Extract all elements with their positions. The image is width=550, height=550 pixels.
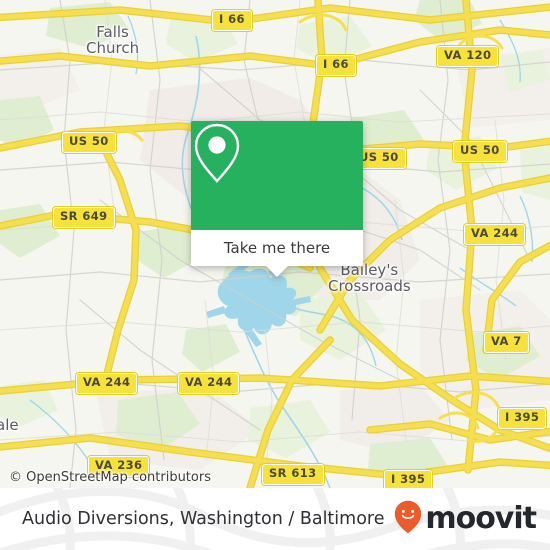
take-me-there-button[interactable]: Take me there (191, 230, 363, 266)
highway-shield[interactable]: US 50 (453, 141, 507, 162)
popup-icon-area (191, 121, 363, 230)
place-label-line: ale (0, 416, 19, 434)
place-label-line: Church (86, 39, 140, 57)
highway-shield[interactable]: I 66 (212, 10, 252, 31)
osm-attribution[interactable]: © OpenStreetMap contributors (9, 470, 211, 485)
location-popup[interactable]: Take me there (191, 121, 363, 277)
place-label-line: Crossroads (328, 277, 411, 295)
place-label-falls-church: Falls Church (86, 24, 139, 56)
place-label-line: Falls (96, 23, 129, 41)
highway-shield[interactable]: SR 613 (262, 464, 324, 485)
moovit-logo[interactable]: moovit (394, 500, 537, 538)
place-label-annandale-clipped: ale (0, 418, 19, 433)
highway-shield[interactable]: SR 649 (53, 207, 115, 228)
highway-shield[interactable]: VA 7 (484, 332, 529, 353)
highway-shield[interactable]: I 66 (316, 55, 356, 76)
highway-shield[interactable]: VA 244 (178, 373, 240, 394)
footer-bar: Audio Diversions, Washington / Baltimore… (0, 488, 550, 550)
popup-tail (266, 266, 288, 277)
map-canvas[interactable]: .grn{fill:#dfeed0} .grn2{fill:#e8f2dd} .… (0, 0, 550, 488)
highway-shield[interactable]: VA 120 (437, 46, 499, 67)
moovit-pin-icon (394, 500, 422, 538)
moovit-wordmark: moovit (425, 501, 537, 536)
highway-shield[interactable]: I 395 (384, 470, 433, 488)
footer-title: Audio Diversions, Washington / Baltimore (22, 509, 385, 529)
highway-shield[interactable]: US 50 (62, 132, 116, 153)
highway-shield[interactable]: VA 244 (464, 224, 526, 245)
highway-shield[interactable]: VA 244 (76, 373, 138, 394)
highway-shield[interactable]: I 395 (498, 408, 547, 429)
moovit-map-card: .grn{fill:#dfeed0} .grn2{fill:#e8f2dd} .… (0, 0, 550, 550)
place-label-baileys-crossroads: Bailey's Crossroads (328, 262, 411, 294)
